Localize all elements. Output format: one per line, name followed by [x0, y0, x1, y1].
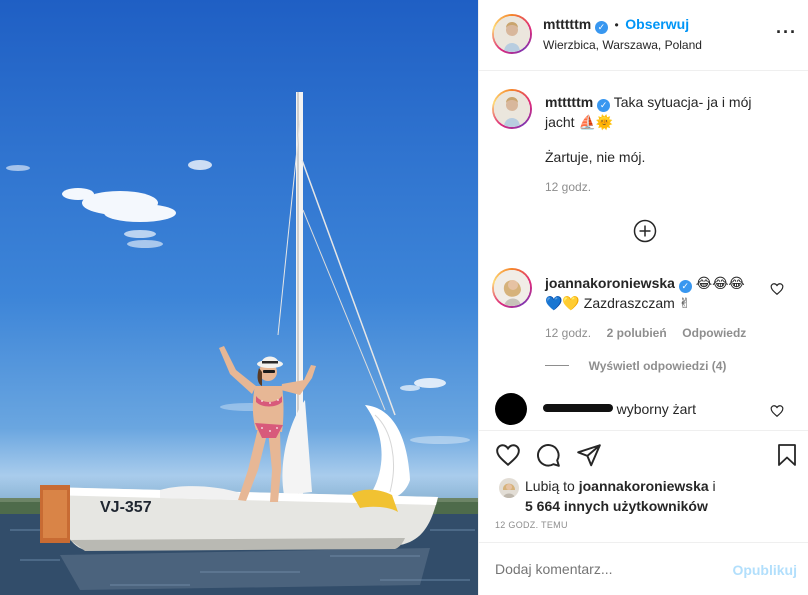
comment-meta: 12 godz. 2 polubień Odpowiedz: [545, 325, 746, 340]
liked-by-user[interactable]: joannakoroniewska: [579, 478, 709, 494]
comment-username[interactable]: joannakoroniewska: [545, 275, 675, 291]
share-send-icon[interactable]: [576, 442, 602, 468]
header-separator: •: [614, 18, 619, 32]
comment-likes[interactable]: 2 polubień: [607, 326, 667, 340]
comment-body: joannakoroniewska ✓ 😂😂😂 💙💛 Zazdraszczam …: [545, 273, 785, 313]
verified-badge-icon: ✓: [597, 99, 611, 112]
caption-text-2: Żartuje, nie mój.: [545, 149, 646, 165]
post-actions: Lubią to joannakoroniewska i 5 664 innyc…: [479, 430, 808, 542]
liked-by: Lubią to joannakoroniewska i 5 664 innyc…: [525, 476, 795, 516]
comment-2-text: wyborny żart: [616, 401, 696, 417]
post-timestamp[interactable]: 12 GODZ. TEMU: [495, 520, 568, 530]
save-bookmark-icon[interactable]: [775, 442, 799, 468]
author-username[interactable]: mtttttm: [543, 16, 591, 32]
comment-emoji-2: 💙💛: [545, 295, 580, 311]
commenter-avatar[interactable]: [492, 268, 532, 308]
liked-by-count[interactable]: 5 664 innych użytkowników: [525, 498, 708, 514]
liker-avatar[interactable]: [499, 478, 519, 498]
like-heart-icon[interactable]: [495, 442, 521, 468]
caption-avatar[interactable]: [492, 89, 532, 129]
caption-text-line2: jacht: [545, 114, 575, 130]
verified-badge-icon: ✓: [594, 21, 608, 34]
caption-body: mtttttm ✓ Taka sytuacja- ja i mój jacht …: [545, 92, 795, 132]
comment-bubble-icon[interactable]: [535, 442, 561, 468]
replies-divider: [545, 365, 569, 366]
post-header: mtttttm ✓ • Obserwuj Wierzbica, Warszawa…: [479, 0, 808, 71]
caption-text-line1: Taka sytuacja- ja i mój: [613, 94, 752, 110]
liked-by-prefix: Lubią to: [525, 478, 575, 494]
view-replies-label: Wyświetl odpowiedzi (4): [588, 359, 727, 373]
follow-button[interactable]: Obserwuj: [625, 16, 689, 32]
verified-badge-icon: ✓: [678, 280, 692, 293]
clouds: [6, 160, 470, 444]
comment-reply-button[interactable]: Odpowiedz: [682, 326, 746, 340]
author-avatar[interactable]: [492, 14, 532, 54]
comment-like-heart-icon[interactable]: [770, 282, 784, 296]
photo-scene: VJ-357: [0, 92, 478, 595]
comment-emoji-1: 😂😂😂: [695, 275, 745, 291]
caption-username[interactable]: mtttttm: [545, 94, 593, 110]
post-location[interactable]: Wierzbica, Warszawa, Poland: [543, 38, 702, 52]
caption-time[interactable]: 12 godz.: [545, 180, 591, 194]
post-photo[interactable]: VJ-357: [0, 0, 478, 595]
comment-2-like-heart-icon[interactable]: [770, 404, 784, 418]
comment-2-body: wyborny żart: [543, 399, 696, 419]
post-sidebar: mtttttm ✓ • Obserwuj Wierzbica, Warszawa…: [478, 0, 808, 595]
redacted-avatar[interactable]: [495, 393, 527, 425]
view-replies-button[interactable]: Wyświetl odpowiedzi (4): [545, 358, 726, 373]
comment-emoji-3: ✌: [678, 295, 691, 311]
comment-text: Zazdraszczam: [583, 295, 675, 311]
plus-circle-icon: [633, 219, 657, 243]
comment-input[interactable]: [495, 557, 715, 581]
publish-button[interactable]: Opublikuj: [732, 562, 797, 578]
more-options-icon[interactable]: ···: [776, 22, 797, 43]
load-more-comments-button[interactable]: [633, 219, 657, 243]
liked-by-mid: i: [712, 478, 716, 494]
boat-registration: VJ-357: [100, 499, 152, 516]
caption-emoji: ⛵🌞: [578, 114, 614, 130]
redacted-username: [543, 404, 613, 412]
comment-time[interactable]: 12 godz.: [545, 326, 591, 340]
comment-bar: Opublikuj: [479, 542, 808, 595]
